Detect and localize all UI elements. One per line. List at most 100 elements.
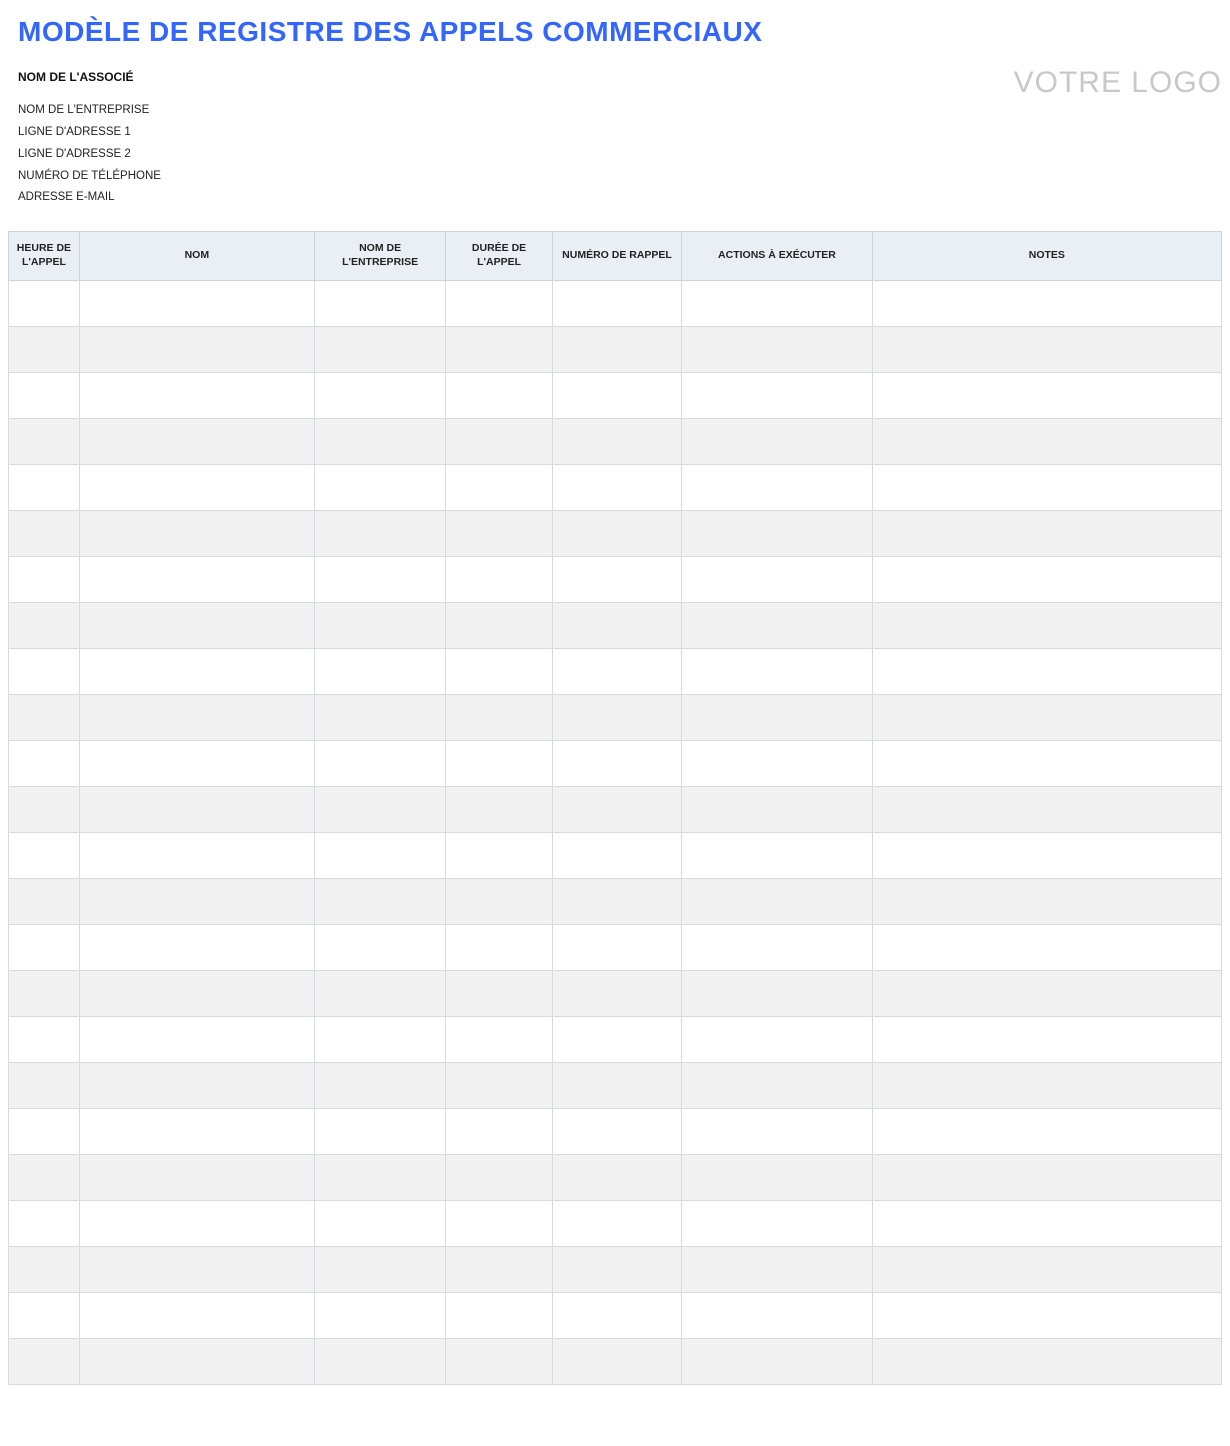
table-cell[interactable]	[552, 1292, 682, 1338]
table-cell[interactable]	[872, 786, 1221, 832]
table-cell[interactable]	[682, 970, 872, 1016]
table-cell[interactable]	[79, 1338, 314, 1384]
table-cell[interactable]	[446, 1016, 552, 1062]
table-cell[interactable]	[682, 326, 872, 372]
table-cell[interactable]	[682, 1292, 872, 1338]
table-cell[interactable]	[9, 1016, 80, 1062]
table-cell[interactable]	[79, 602, 314, 648]
table-cell[interactable]	[9, 1338, 80, 1384]
table-cell[interactable]	[552, 418, 682, 464]
table-cell[interactable]	[682, 878, 872, 924]
table-cell[interactable]	[872, 694, 1221, 740]
table-cell[interactable]	[446, 510, 552, 556]
table-cell[interactable]	[79, 326, 314, 372]
table-cell[interactable]	[9, 510, 80, 556]
table-cell[interactable]	[872, 280, 1221, 326]
table-cell[interactable]	[682, 1246, 872, 1292]
table-cell[interactable]	[446, 1246, 552, 1292]
table-cell[interactable]	[314, 602, 446, 648]
table-cell[interactable]	[872, 648, 1221, 694]
table-cell[interactable]	[872, 326, 1221, 372]
table-cell[interactable]	[79, 970, 314, 1016]
table-cell[interactable]	[79, 786, 314, 832]
table-cell[interactable]	[552, 1246, 682, 1292]
table-cell[interactable]	[79, 878, 314, 924]
table-cell[interactable]	[552, 556, 682, 602]
table-cell[interactable]	[872, 1016, 1221, 1062]
table-cell[interactable]	[552, 648, 682, 694]
table-cell[interactable]	[682, 464, 872, 510]
table-cell[interactable]	[872, 832, 1221, 878]
table-cell[interactable]	[446, 832, 552, 878]
table-cell[interactable]	[552, 924, 682, 970]
table-cell[interactable]	[552, 786, 682, 832]
table-cell[interactable]	[682, 1062, 872, 1108]
table-cell[interactable]	[682, 510, 872, 556]
table-cell[interactable]	[872, 740, 1221, 786]
table-cell[interactable]	[682, 740, 872, 786]
table-cell[interactable]	[872, 1108, 1221, 1154]
table-cell[interactable]	[682, 556, 872, 602]
table-cell[interactable]	[552, 602, 682, 648]
table-cell[interactable]	[446, 970, 552, 1016]
table-cell[interactable]	[9, 1062, 80, 1108]
table-cell[interactable]	[552, 970, 682, 1016]
table-cell[interactable]	[9, 878, 80, 924]
table-cell[interactable]	[446, 326, 552, 372]
table-cell[interactable]	[9, 602, 80, 648]
table-cell[interactable]	[314, 878, 446, 924]
table-cell[interactable]	[552, 1154, 682, 1200]
table-cell[interactable]	[872, 372, 1221, 418]
table-cell[interactable]	[314, 510, 446, 556]
table-cell[interactable]	[9, 464, 80, 510]
table-cell[interactable]	[79, 832, 314, 878]
table-cell[interactable]	[314, 1154, 446, 1200]
table-cell[interactable]	[682, 1338, 872, 1384]
table-cell[interactable]	[446, 556, 552, 602]
table-cell[interactable]	[682, 648, 872, 694]
table-cell[interactable]	[682, 1154, 872, 1200]
table-cell[interactable]	[314, 1292, 446, 1338]
table-cell[interactable]	[446, 464, 552, 510]
table-cell[interactable]	[314, 1016, 446, 1062]
table-cell[interactable]	[79, 924, 314, 970]
table-cell[interactable]	[682, 786, 872, 832]
table-cell[interactable]	[682, 924, 872, 970]
table-cell[interactable]	[79, 1200, 314, 1246]
table-cell[interactable]	[552, 1062, 682, 1108]
table-cell[interactable]	[552, 1016, 682, 1062]
table-cell[interactable]	[79, 694, 314, 740]
table-cell[interactable]	[314, 740, 446, 786]
table-cell[interactable]	[682, 1108, 872, 1154]
table-cell[interactable]	[79, 510, 314, 556]
table-cell[interactable]	[446, 878, 552, 924]
table-cell[interactable]	[872, 510, 1221, 556]
table-cell[interactable]	[314, 326, 446, 372]
table-cell[interactable]	[79, 740, 314, 786]
table-cell[interactable]	[446, 786, 552, 832]
table-cell[interactable]	[314, 1200, 446, 1246]
table-cell[interactable]	[446, 648, 552, 694]
table-cell[interactable]	[446, 924, 552, 970]
table-cell[interactable]	[552, 510, 682, 556]
table-cell[interactable]	[552, 1108, 682, 1154]
table-cell[interactable]	[446, 740, 552, 786]
table-cell[interactable]	[446, 694, 552, 740]
table-cell[interactable]	[79, 1108, 314, 1154]
table-cell[interactable]	[314, 786, 446, 832]
table-cell[interactable]	[9, 280, 80, 326]
table-cell[interactable]	[552, 326, 682, 372]
table-cell[interactable]	[872, 418, 1221, 464]
table-cell[interactable]	[314, 556, 446, 602]
table-cell[interactable]	[552, 280, 682, 326]
table-cell[interactable]	[79, 372, 314, 418]
table-cell[interactable]	[682, 1200, 872, 1246]
table-cell[interactable]	[314, 1338, 446, 1384]
table-cell[interactable]	[79, 418, 314, 464]
table-cell[interactable]	[446, 1338, 552, 1384]
table-cell[interactable]	[314, 694, 446, 740]
table-cell[interactable]	[314, 970, 446, 1016]
table-cell[interactable]	[446, 1154, 552, 1200]
table-cell[interactable]	[872, 1154, 1221, 1200]
table-cell[interactable]	[682, 694, 872, 740]
